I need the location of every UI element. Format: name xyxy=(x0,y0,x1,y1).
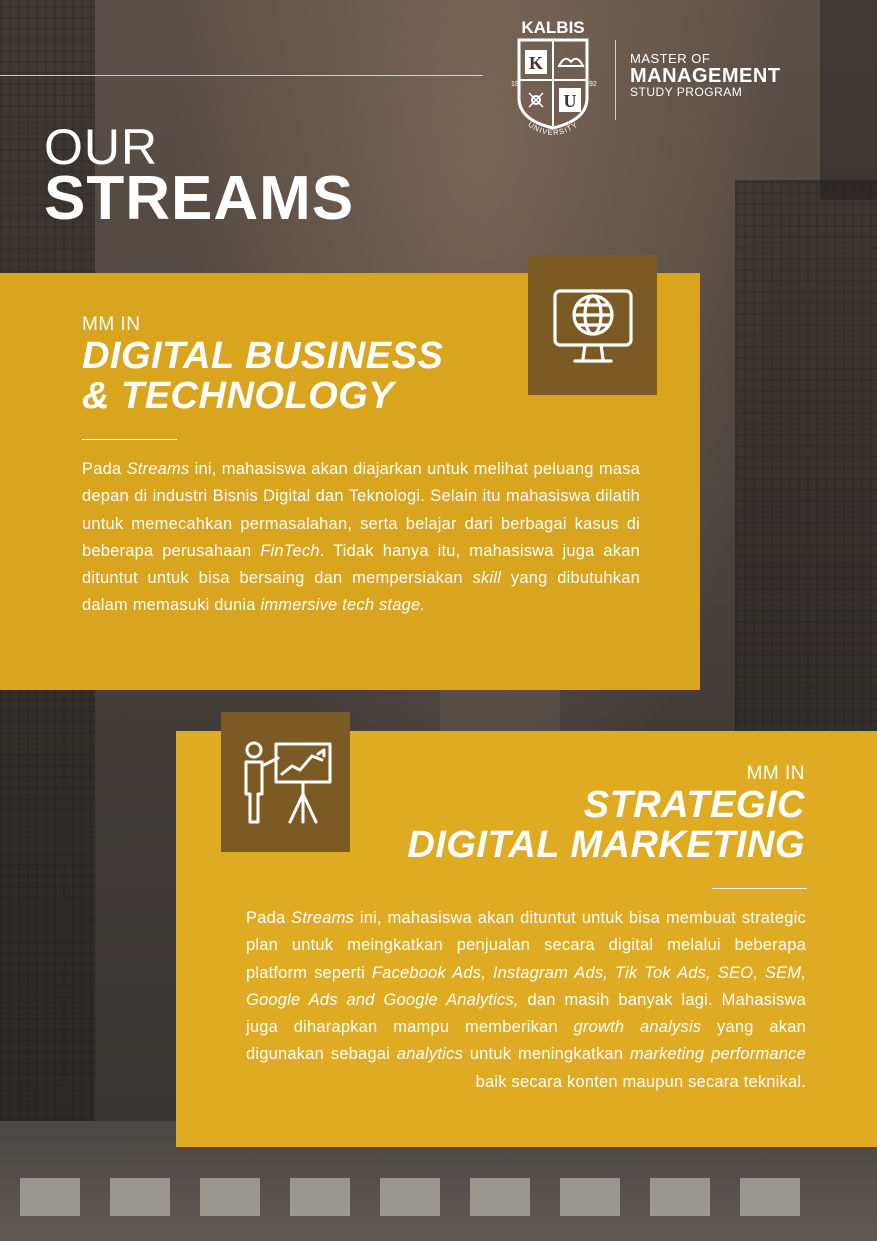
stream2-title: STRATEGIC DIGITAL MARKETING xyxy=(325,785,805,865)
header-rule xyxy=(0,75,483,76)
program-line2: MANAGEMENT xyxy=(630,65,781,87)
logo-name: KALBIS xyxy=(521,18,584,37)
stream1-title-line1: DIGITAL BUSINESS xyxy=(82,335,444,377)
stream1-title: DIGITAL BUSINESS & TECHNOLOGY xyxy=(82,336,522,416)
stream1-text-segment: Pada xyxy=(82,460,127,478)
stream2-rule xyxy=(712,888,807,889)
program-name: MASTER OF MANAGEMENT STUDY PROGRAM xyxy=(630,51,781,99)
stream1-icon-box xyxy=(528,255,657,395)
logo-divider xyxy=(615,40,616,120)
stream1-text-segment: skill xyxy=(472,569,502,588)
stream2-text-segment: marketing performance xyxy=(630,1045,806,1064)
stream1-text-segment: FinTech xyxy=(260,541,320,560)
crosswalk-stripe xyxy=(560,1178,620,1216)
presenter-chart-icon xyxy=(244,741,331,824)
stream2-prefix: MM IN xyxy=(746,763,805,784)
stream1-rule xyxy=(82,439,177,440)
stream2-text-segment: Pada xyxy=(246,909,292,927)
page-title-line2: STREAMS xyxy=(44,164,355,233)
book-icon xyxy=(557,57,585,67)
logo-year-right: 92 xyxy=(589,81,597,88)
stream2-text-segment: untuk meningkatkan xyxy=(462,1045,631,1064)
brochure-page: KALBIS K U 19 92 UNIVERSITY MASTER OF MA… xyxy=(0,0,877,1241)
logo-letter-u: U xyxy=(564,91,577,111)
crosswalk-stripe xyxy=(290,1178,350,1216)
stream2-title-line1: STRATEGIC xyxy=(583,784,805,826)
stream2-title-line2: DIGITAL MARKETING xyxy=(407,824,805,866)
stream2-text-segment: analytics xyxy=(396,1045,463,1064)
stream2-text-segment: baik secara konten maupun secara teknika… xyxy=(475,1072,806,1091)
logo-letter-k: K xyxy=(529,53,543,73)
crosswalk-stripe xyxy=(470,1178,530,1216)
program-line1: MASTER OF xyxy=(630,51,711,66)
crosswalk-stripe xyxy=(200,1178,260,1216)
stream2-description: Pada Streams ini, mahasiswa akan dituntu… xyxy=(246,905,806,1096)
crosswalk-stripe xyxy=(650,1178,710,1216)
stream1-text-segment: immersive tech stage. xyxy=(260,596,426,615)
building-top-right xyxy=(820,0,877,200)
stream1-prefix: MM IN xyxy=(82,314,141,335)
crosswalk-stripe xyxy=(380,1178,440,1216)
crosswalk-stripe xyxy=(110,1178,170,1216)
kalbis-university-logo: KALBIS K U 19 92 UNIVERSITY xyxy=(511,18,597,137)
logo-year-left: 19 xyxy=(511,81,519,88)
stream2-text-segment: growth analysis xyxy=(573,1018,702,1037)
stream1-title-line2: & TECHNOLOGY xyxy=(82,375,395,417)
crosswalk-stripe xyxy=(20,1178,80,1216)
stream1-text-segment: Streams xyxy=(126,460,190,478)
stream1-description: Pada Streams ini, mahasiswa akan diajark… xyxy=(82,456,640,620)
globe-monitor-icon xyxy=(552,289,633,363)
crosswalk-stripe xyxy=(740,1178,800,1216)
program-line3: STUDY PROGRAM xyxy=(630,85,743,99)
stream2-text-segment: Streams xyxy=(291,909,355,927)
